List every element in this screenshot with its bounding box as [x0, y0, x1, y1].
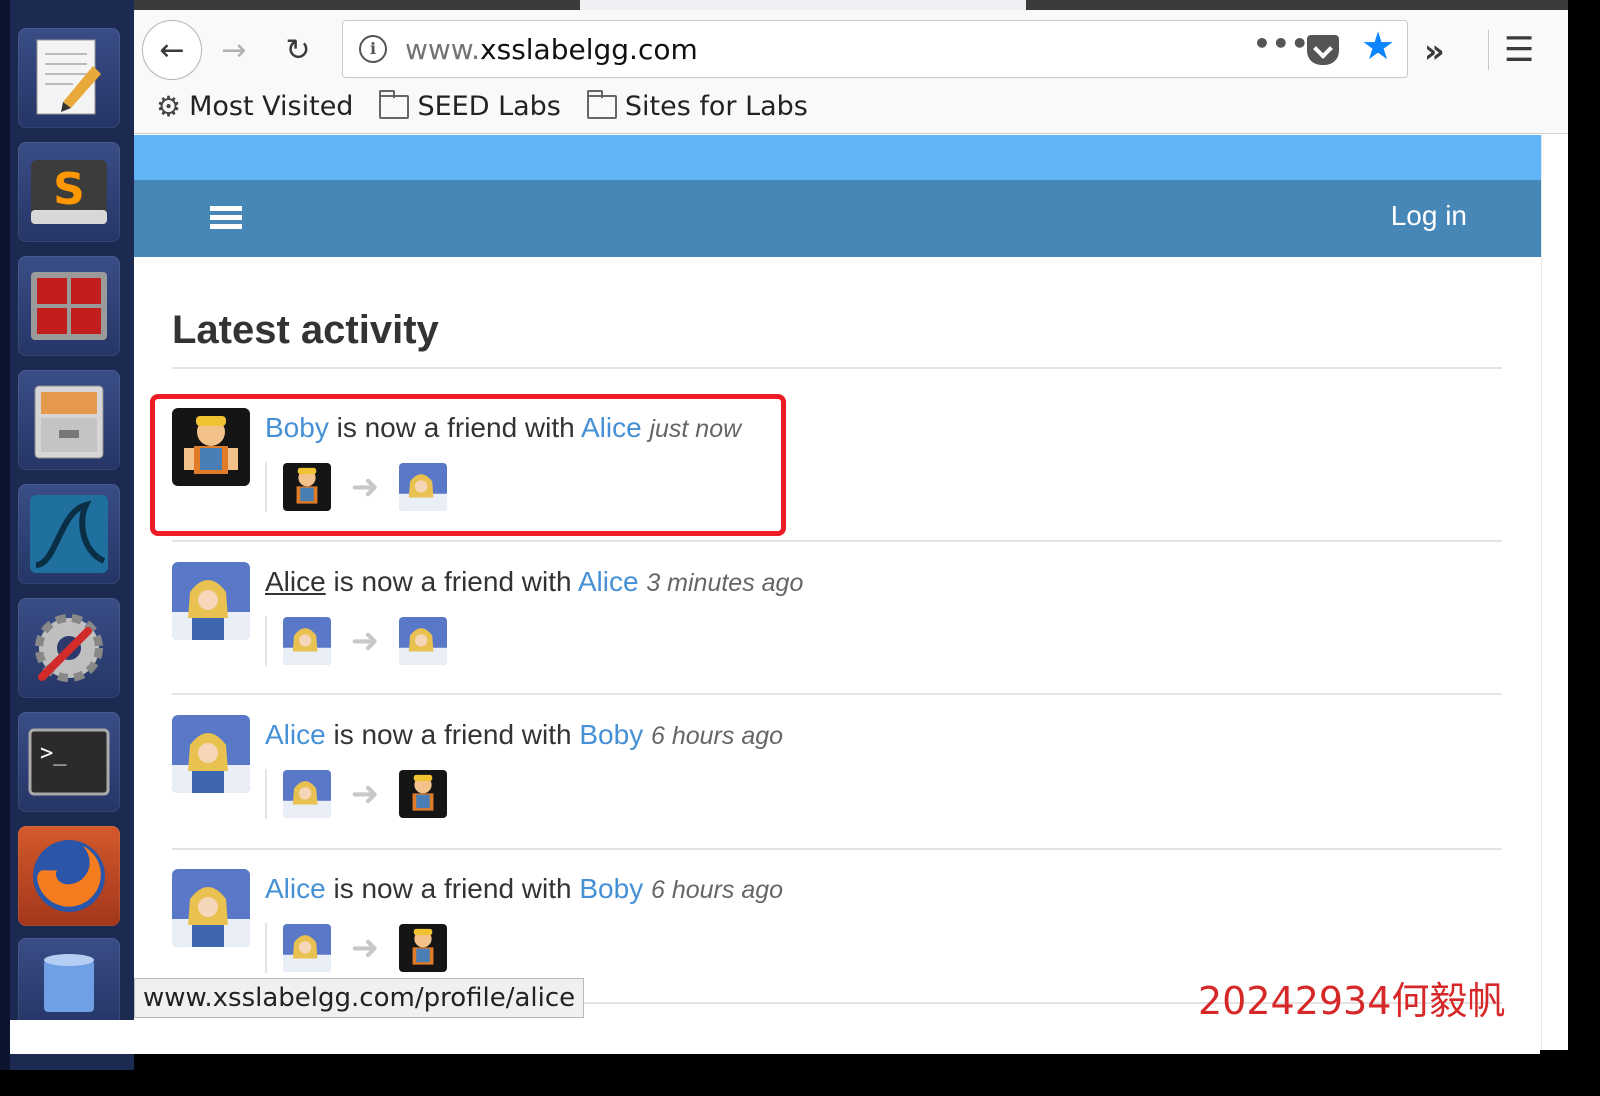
thumb-alice[interactable] — [399, 617, 447, 665]
arrow-right-icon: ➜ — [350, 774, 380, 814]
activity-item: Alice is now a friend with Alice 3 minut… — [172, 562, 1472, 682]
back-button[interactable]: ← — [142, 20, 202, 80]
thumb-alice[interactable] — [283, 617, 331, 665]
timestamp: 3 minutes ago — [646, 569, 804, 597]
page-title: Latest activity — [172, 308, 439, 352]
login-link[interactable]: Log in — [1391, 200, 1467, 232]
browser-window: ← → ↻ i www.xsslabelgg.com ••• ★ » ☰ ⚙ Mo… — [134, 0, 1568, 1050]
page-actions-icon[interactable]: ••• — [1253, 27, 1310, 60]
bookmarks-bar: ⚙ Most Visited SEED Labs Sites for Labs — [156, 89, 808, 123]
gear-icon: ⚙ — [156, 90, 182, 123]
target-link[interactable]: Boby — [579, 873, 643, 904]
actor-link[interactable]: Alice — [265, 873, 326, 904]
terminal-icon[interactable]: >_ — [18, 712, 120, 812]
wireshark-icon[interactable] — [18, 484, 120, 584]
bookmark-most-visited[interactable]: ⚙ Most Visited — [156, 90, 353, 123]
svg-text:S: S — [53, 164, 85, 215]
launcher-bar: S >_ — [0, 0, 134, 1070]
site-top-band — [134, 135, 1541, 180]
bookmark-seed-labs[interactable]: SEED Labs — [379, 89, 561, 123]
hamburger-menu-icon[interactable]: ☰ — [1504, 30, 1534, 70]
url-text[interactable]: www.xsslabelgg.com — [405, 33, 698, 66]
highlight-box — [150, 394, 786, 536]
site-menu-icon[interactable] — [210, 206, 242, 232]
activity-attachment: ➜ — [265, 616, 447, 666]
timestamp: 6 hours ago — [650, 722, 784, 750]
arrow-right-icon: ➜ — [350, 928, 380, 968]
thumb-boby[interactable] — [399, 924, 447, 972]
watermark-text: 20242934何毅帆 — [1198, 979, 1506, 1023]
thumb-boby[interactable] — [399, 770, 447, 818]
activity-attachment: ➜ — [265, 923, 447, 973]
divider — [172, 367, 1502, 369]
settings-icon[interactable] — [18, 598, 120, 698]
avatar-alice[interactable] — [172, 562, 250, 640]
url-bar[interactable]: i www.xsslabelgg.com ••• ★ — [342, 20, 1408, 78]
tab-strip — [134, 0, 1568, 10]
terminal-grid-icon[interactable] — [18, 256, 120, 356]
bookmark-star-icon[interactable]: ★ — [1361, 27, 1395, 65]
sublime-text-icon[interactable]: S — [18, 142, 120, 242]
browser-toolbar: ← → ↻ i www.xsslabelgg.com ••• ★ » ☰ ⚙ Mo… — [134, 10, 1568, 134]
folder-icon — [379, 89, 410, 119]
file-cabinet-icon[interactable] — [18, 370, 120, 470]
thumb-alice[interactable] — [283, 770, 331, 818]
divider — [172, 693, 1502, 695]
text-editor-icon[interactable] — [18, 28, 120, 128]
activity-attachment: ➜ — [265, 769, 447, 819]
site-nav-bar: Log in — [134, 180, 1541, 257]
timestamp: 6 hours ago — [650, 876, 784, 904]
reload-button[interactable]: ↻ — [276, 28, 320, 72]
trash-icon[interactable] — [18, 938, 120, 1028]
svg-text:>_: >_ — [40, 741, 67, 766]
divider — [172, 540, 1502, 542]
firefox-icon[interactable] — [18, 826, 120, 926]
activity-item: Alice is now a friend with Boby 6 hours … — [172, 715, 1472, 835]
activity-text: Alice is now a friend with Boby 6 hours … — [265, 873, 784, 904]
folder-icon — [586, 89, 617, 119]
overflow-chevron-icon[interactable]: » — [1424, 32, 1445, 70]
avatar-alice[interactable] — [172, 715, 250, 793]
arrow-right-icon: ➜ — [350, 621, 380, 661]
activity-text: Alice is now a friend with Alice 3 minut… — [265, 566, 804, 597]
pocket-icon[interactable] — [1307, 35, 1339, 65]
actor-link[interactable]: Alice — [265, 719, 326, 750]
actor-link[interactable]: Alice — [265, 566, 326, 597]
bottom-strip — [10, 1020, 1540, 1054]
target-link[interactable]: Alice — [578, 566, 639, 597]
site-info-icon[interactable]: i — [359, 35, 387, 63]
bookmark-sites-for-labs[interactable]: Sites for Labs — [586, 89, 808, 123]
activity-text: Alice is now a friend with Boby 6 hours … — [265, 719, 784, 750]
avatar-alice[interactable] — [172, 869, 250, 947]
target-link[interactable]: Boby — [579, 719, 643, 750]
status-url-tooltip: www.xsslabelgg.com/profile/alice — [134, 978, 585, 1018]
forward-button[interactable]: → — [212, 28, 256, 72]
divider — [172, 848, 1502, 850]
thumb-alice[interactable] — [283, 924, 331, 972]
